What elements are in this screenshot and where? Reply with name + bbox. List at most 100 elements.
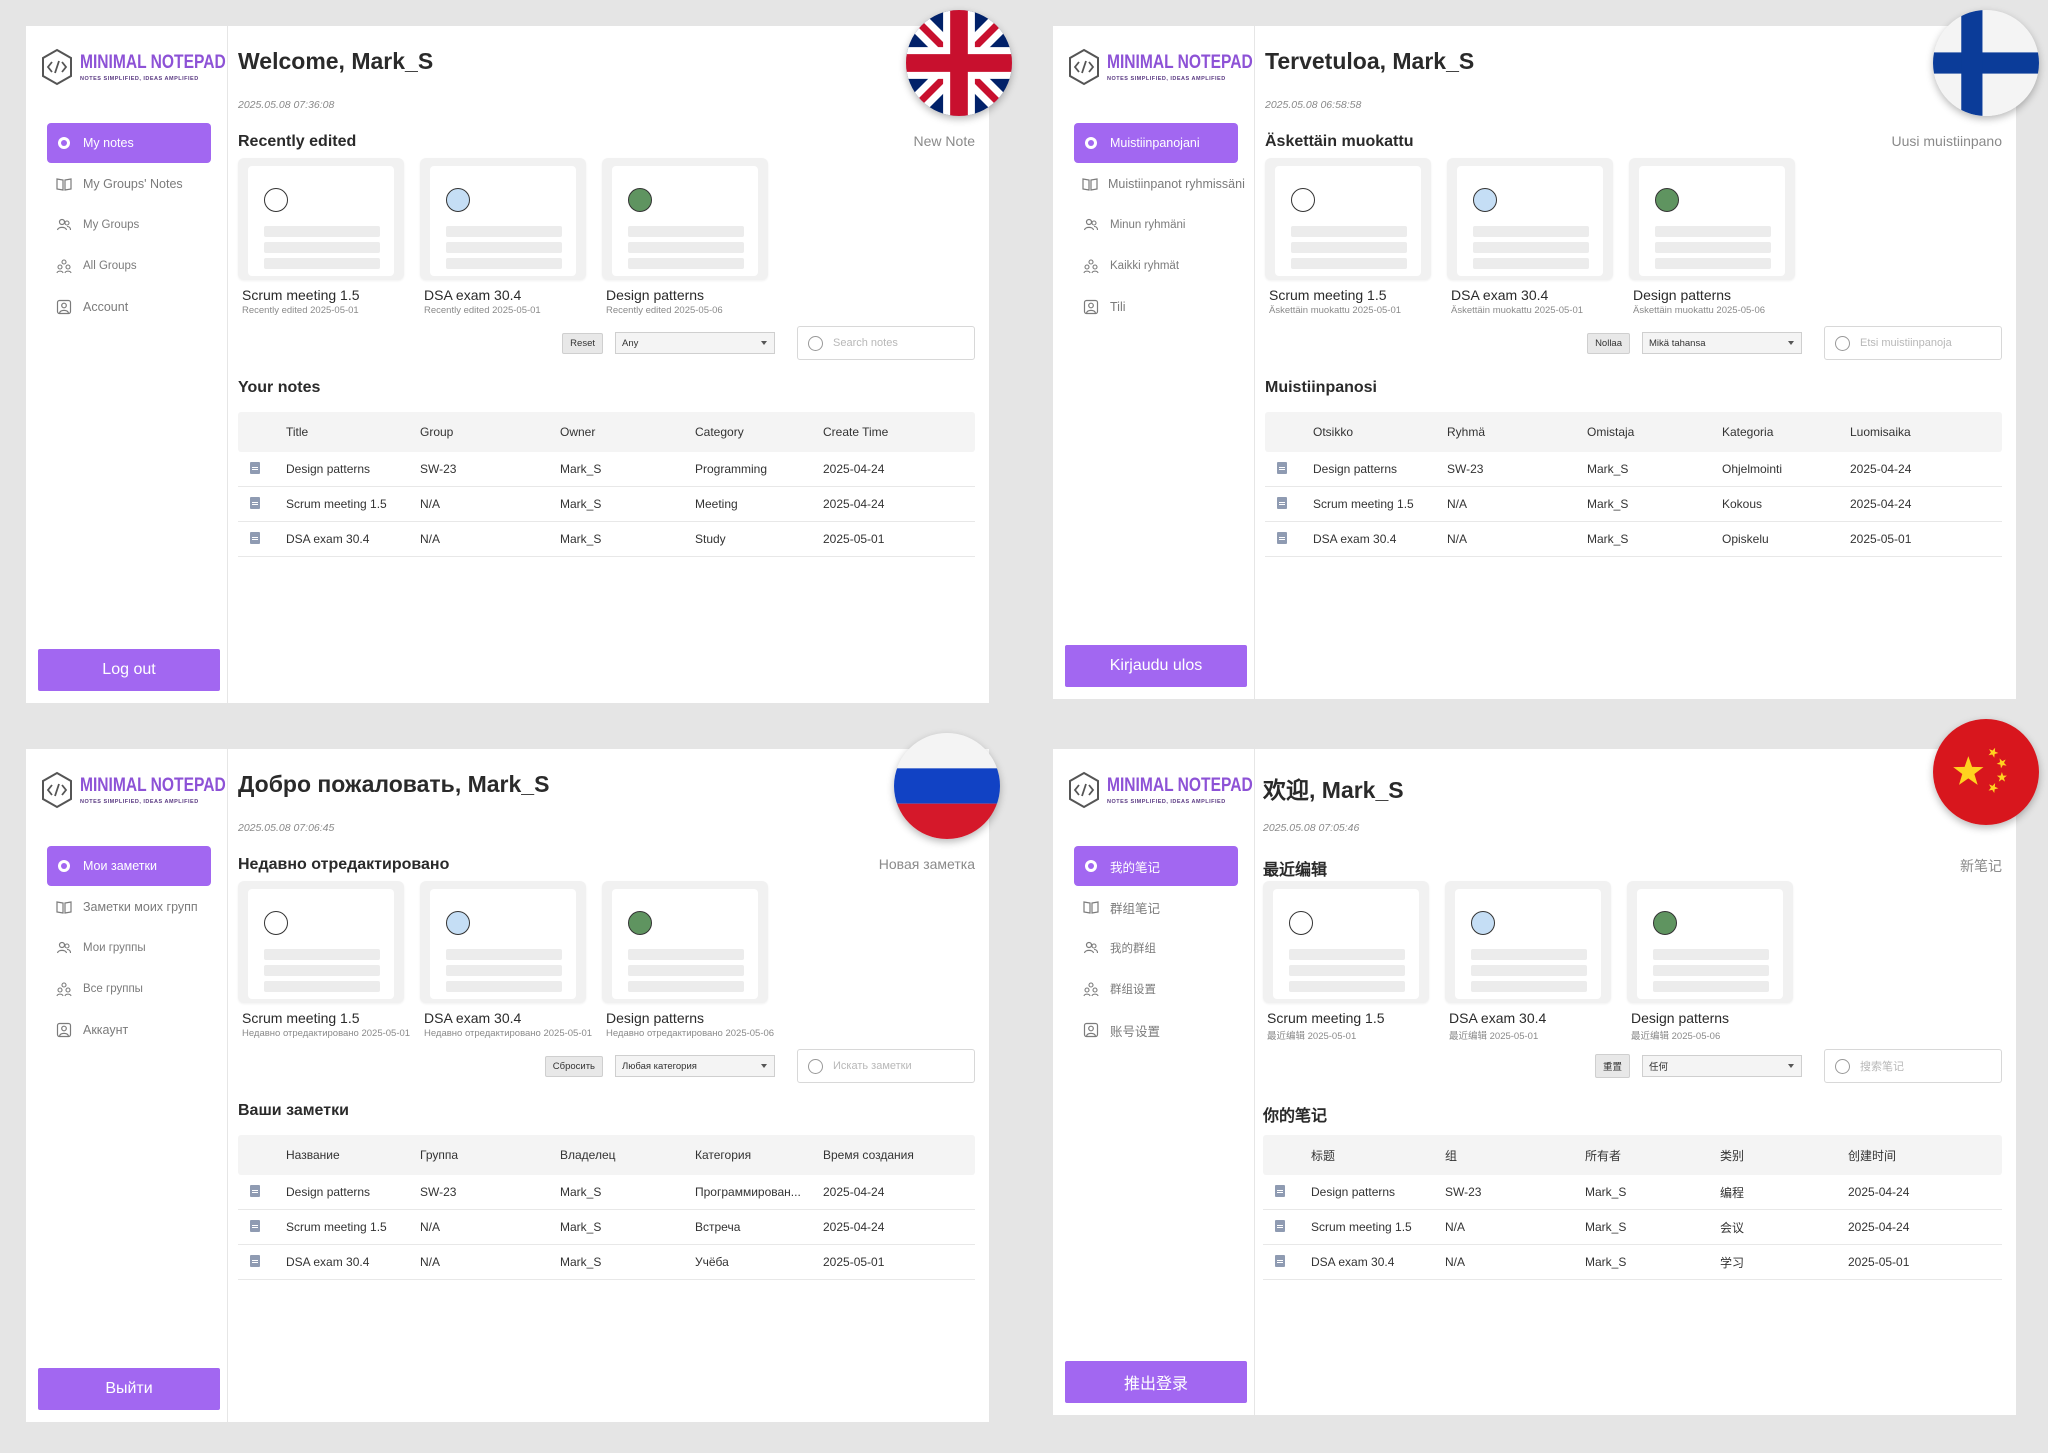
column-header[interactable]: Title [286, 425, 420, 439]
russia-flag[interactable] [894, 733, 1000, 839]
china-flag[interactable] [1933, 719, 2039, 825]
category-select[interactable]: Mikä tahansa [1642, 332, 1802, 354]
sidebar-item-1[interactable]: 群组笔记 [1074, 887, 1238, 927]
finland-flag[interactable] [1933, 10, 2039, 116]
category-select[interactable]: 任何 [1642, 1055, 1802, 1077]
recent-note-card[interactable]: Design patterns Недавно отредактировано … [602, 881, 774, 1039]
sidebar-item-3[interactable]: All Groups [47, 246, 211, 286]
table-row[interactable]: DSA exam 30.4 N/A Mark_S 学习 2025-05-01 [1263, 1245, 2002, 1280]
table-row[interactable]: Design patterns SW-23 Mark_S Программирован… [238, 1175, 975, 1210]
column-header[interactable]: Group [420, 425, 560, 439]
table-row[interactable]: DSA exam 30.4 N/A Mark_S Opiskelu 2025-05-01 [1265, 522, 2002, 557]
note-thumbnail[interactable] [1629, 158, 1795, 280]
note-thumbnail[interactable] [238, 881, 404, 1003]
table-row[interactable]: Scrum meeting 1.5 N/A Mark_S Встреча 2025-04… [238, 1210, 975, 1245]
sidebar-item-0[interactable]: Muistiinpanojani [1074, 123, 1238, 163]
reset-button[interactable]: Сбросить [544, 1055, 603, 1077]
search-input[interactable]: 搜索笔记 [1824, 1049, 2002, 1083]
sidebar-item-2[interactable]: Мои группы [47, 928, 211, 968]
sidebar-item-3[interactable]: Все группы [47, 969, 211, 1009]
sidebar-item-2[interactable]: My Groups [47, 205, 211, 245]
recent-note-card[interactable]: Scrum meeting 1.5 Недавно отредактирован… [238, 881, 410, 1039]
category-select[interactable]: Любая категория [615, 1055, 775, 1077]
sidebar-item-4[interactable]: Account [47, 287, 211, 327]
sidebar-item-2[interactable]: 我的群组 [1074, 928, 1238, 968]
table-row[interactable]: Scrum meeting 1.5 N/A Mark_S Kokous 2025-04-… [1265, 487, 2002, 522]
recent-note-card[interactable]: Design patterns Äskettäin muokattu 2025-… [1629, 158, 1797, 316]
note-thumbnail[interactable] [602, 881, 768, 1003]
search-input[interactable]: Искать заметки [797, 1049, 975, 1083]
sidebar-item-3[interactable]: Kaikki ryhmät [1074, 246, 1238, 286]
column-header[interactable]: Время создания [823, 1148, 975, 1162]
column-header[interactable]: 组 [1445, 1147, 1585, 1164]
sidebar-item-1[interactable]: Заметки моих групп [47, 887, 211, 927]
new-note-link[interactable]: New Note [914, 133, 975, 149]
sidebar-item-0[interactable]: Мои заметки [47, 846, 211, 886]
new-note-link[interactable]: Uusi muistiinpano [1892, 133, 2003, 149]
search-input[interactable]: Search notes [797, 326, 975, 360]
recent-note-card[interactable]: Design patterns 最近编辑 2025-05-06 [1627, 881, 1795, 1042]
column-header[interactable]: Kategoria [1722, 425, 1850, 439]
logout-button[interactable]: Log out [38, 649, 220, 691]
note-thumbnail[interactable] [420, 881, 586, 1003]
recent-note-card[interactable]: Scrum meeting 1.5 最近编辑 2025-05-01 [1263, 881, 1431, 1042]
sidebar-item-1[interactable]: Muistiinpanot ryhmissäni [1074, 164, 1245, 204]
column-header[interactable]: Owner [560, 425, 695, 439]
recent-note-card[interactable]: Design patterns Recently edited 2025-05-… [602, 158, 770, 316]
reset-button[interactable]: Reset [562, 332, 603, 354]
column-header[interactable]: Omistaja [1587, 425, 1722, 439]
recent-note-card[interactable]: Scrum meeting 1.5 Äskettäin muokattu 202… [1265, 158, 1433, 316]
note-thumbnail[interactable] [1445, 881, 1611, 1003]
column-header[interactable]: Название [286, 1148, 420, 1162]
sidebar-item-2[interactable]: Minun ryhmäni [1074, 205, 1238, 245]
table-row[interactable]: Scrum meeting 1.5 N/A Mark_S Meeting 2025-04… [238, 487, 975, 522]
table-row[interactable]: Scrum meeting 1.5 N/A Mark_S 会议 2025-04-24 [1263, 1210, 2002, 1245]
note-thumbnail[interactable] [1627, 881, 1793, 1003]
sidebar-item-0[interactable]: My notes [47, 123, 211, 163]
search-input[interactable]: Etsi muistiinpanoja [1824, 326, 2002, 360]
column-header[interactable]: Otsikko [1313, 425, 1447, 439]
recent-note-card[interactable]: DSA exam 30.4 Недавно отредактировано 20… [420, 881, 592, 1039]
new-note-link[interactable]: Новая заметка [879, 856, 975, 872]
recent-note-card[interactable]: DSA exam 30.4 Äskettäin muokattu 2025-05… [1447, 158, 1615, 316]
sidebar-item-4[interactable]: Аккаунт [47, 1010, 211, 1050]
note-thumbnail[interactable] [238, 158, 404, 280]
reset-button[interactable]: 重置 [1594, 1054, 1630, 1078]
column-header[interactable]: 类别 [1720, 1147, 1848, 1164]
sidebar-item-4[interactable]: Tili [1074, 287, 1238, 327]
sidebar-item-1[interactable]: My Groups' Notes [47, 164, 211, 204]
recent-note-card[interactable]: Scrum meeting 1.5 Recently edited 2025-0… [238, 158, 406, 316]
logout-button[interactable]: Kirjaudu ulos [1065, 645, 1247, 687]
table-row[interactable]: Design patterns SW-23 Mark_S Programming 202… [238, 452, 975, 487]
note-thumbnail[interactable] [1263, 881, 1429, 1003]
column-header[interactable]: Ryhmä [1447, 425, 1587, 439]
sidebar-item-0[interactable]: 我的笔记 [1074, 846, 1238, 886]
reset-button[interactable]: Nollaa [1587, 332, 1630, 354]
table-row[interactable]: DSA exam 30.4 N/A Mark_S Учёба 2025-05-01 [238, 1245, 975, 1280]
note-thumbnail[interactable] [1447, 158, 1613, 280]
column-header[interactable]: Группа [420, 1148, 560, 1162]
recent-note-card[interactable]: DSA exam 30.4 Recently edited 2025-05-01 [420, 158, 588, 316]
category-select[interactable]: Any [615, 332, 775, 354]
table-row[interactable]: DSA exam 30.4 N/A Mark_S Study 2025-05-01 [238, 522, 975, 557]
note-thumbnail[interactable] [420, 158, 586, 280]
sidebar-item-4[interactable]: 账号设置 [1074, 1010, 1238, 1050]
logout-button[interactable]: Выйти [38, 1368, 220, 1410]
column-header[interactable]: Категория [695, 1148, 823, 1162]
recent-note-card[interactable]: DSA exam 30.4 最近编辑 2025-05-01 [1445, 881, 1613, 1042]
column-header[interactable]: Luomisaika [1850, 425, 2002, 439]
sidebar-item-3[interactable]: 群组设置 [1074, 969, 1238, 1009]
column-header[interactable]: 创建时间 [1848, 1147, 2002, 1164]
column-header[interactable]: Create Time [823, 425, 975, 439]
column-header[interactable]: 标题 [1311, 1147, 1445, 1164]
uk-flag[interactable] [906, 10, 1012, 116]
new-note-link[interactable]: 新笔记 [1960, 856, 2002, 876]
table-row[interactable]: Design patterns SW-23 Mark_S 编程 2025-04-24 [1263, 1175, 2002, 1210]
column-header[interactable]: 所有者 [1585, 1147, 1720, 1164]
column-header[interactable]: Владелец [560, 1148, 695, 1162]
table-row[interactable]: Design patterns SW-23 Mark_S Ohjelmointi 202… [1265, 452, 2002, 487]
logout-button[interactable]: 推出登录 [1065, 1361, 1247, 1403]
column-header[interactable]: Category [695, 425, 823, 439]
note-thumbnail[interactable] [602, 158, 768, 280]
note-thumbnail[interactable] [1265, 158, 1431, 280]
